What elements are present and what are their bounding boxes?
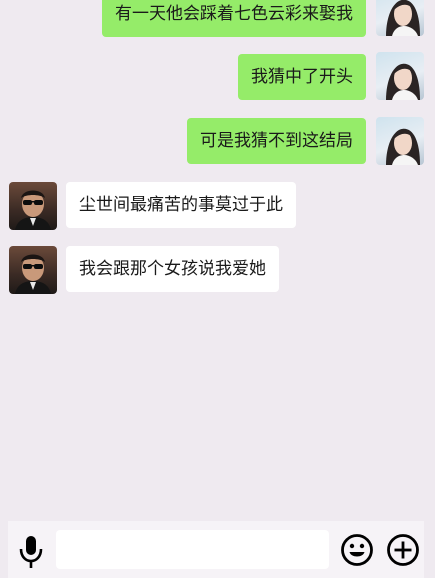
- message-row: 有一天他会踩着七色云彩来娶我: [0, 0, 435, 40]
- message-bubble-incoming[interactable]: 我会跟那个女孩说我爱她: [66, 246, 279, 292]
- input-bar: [8, 521, 424, 578]
- girl-avatar[interactable]: [376, 0, 424, 36]
- guy-avatar[interactable]: [9, 246, 57, 294]
- message-row: 我会跟那个女孩说我爱她: [0, 246, 435, 296]
- microphone-icon[interactable]: [18, 535, 44, 569]
- message-row: 可是我猜不到这结局: [0, 117, 435, 167]
- smiley-icon[interactable]: [340, 533, 374, 567]
- message-input[interactable]: [56, 530, 329, 569]
- girl-avatar[interactable]: [376, 52, 424, 100]
- plus-circle-icon[interactable]: [386, 533, 420, 567]
- chat-message-list[interactable]: 有一天他会踩着七色云彩来娶我 我猜中了开头 可是我猜不到这结局 尘世间最痛苦的事…: [0, 0, 435, 520]
- message-bubble-outgoing[interactable]: 有一天他会踩着七色云彩来娶我: [102, 0, 366, 37]
- message-row: 我猜中了开头: [0, 52, 435, 102]
- message-bubble-outgoing[interactable]: 可是我猜不到这结局: [187, 118, 366, 164]
- message-bubble-outgoing[interactable]: 我猜中了开头: [238, 54, 366, 100]
- message-row: 尘世间最痛苦的事莫过于此: [0, 182, 435, 232]
- girl-avatar[interactable]: [376, 117, 424, 165]
- guy-avatar[interactable]: [9, 182, 57, 230]
- message-bubble-incoming[interactable]: 尘世间最痛苦的事莫过于此: [66, 182, 296, 228]
